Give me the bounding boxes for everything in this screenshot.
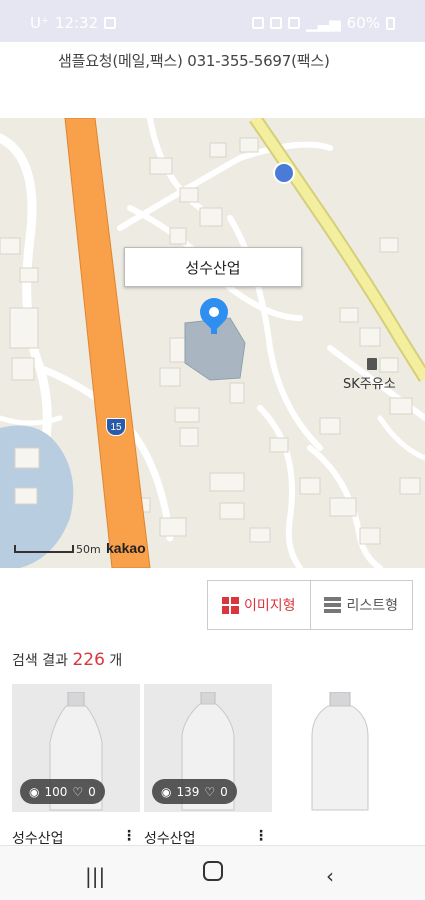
map-canvas bbox=[0, 118, 425, 568]
map-scale-bar bbox=[14, 545, 74, 553]
carrier-label: U⁺ bbox=[30, 14, 49, 32]
list-view-button[interactable]: 리스트형 bbox=[309, 581, 413, 629]
grid-icon bbox=[221, 596, 239, 614]
product-image bbox=[311, 692, 369, 811]
result-count: 226 bbox=[72, 650, 105, 670]
battery-percent: 60% bbox=[346, 14, 380, 32]
map-marker-callout[interactable]: 성수산업 bbox=[124, 247, 302, 287]
system-nav-bar: ||| ‹ bbox=[0, 845, 425, 900]
list-view-label: 리스트형 bbox=[346, 598, 399, 614]
like-count: 0 bbox=[220, 784, 228, 799]
gas-station-icon bbox=[367, 358, 377, 370]
image-view-button[interactable]: 이미지형 bbox=[208, 581, 310, 629]
wifi-off-icon bbox=[288, 17, 301, 29]
mute-icon bbox=[270, 17, 283, 29]
view-count: 139 bbox=[176, 784, 200, 799]
view-toggle: 이미지형 리스트형 bbox=[207, 580, 413, 630]
map-scale-label: 50m bbox=[76, 543, 101, 556]
gallery-notification-icon bbox=[104, 17, 117, 29]
image-view-label: 이미지형 bbox=[243, 598, 296, 614]
signal-icon: ▁▃▅ bbox=[306, 14, 341, 32]
poi-label: SK주유소 bbox=[343, 377, 396, 392]
map-view[interactable]: 15 SK주유소 bbox=[0, 118, 425, 568]
eye-icon: ◉ bbox=[161, 784, 172, 799]
highway-number: 15 bbox=[110, 422, 122, 433]
battery-icon bbox=[386, 16, 395, 30]
recent-apps-icon[interactable]: ||| bbox=[85, 864, 105, 888]
status-bar: U⁺ 12:32 ▁▃▅ 60% bbox=[0, 0, 425, 42]
product-card[interactable]: ◉ 100 ♡ 0 bbox=[12, 684, 140, 812]
result-prefix: 검색 결과 bbox=[12, 653, 68, 669]
page-header: 샘플요청(메일,팩스) 031-355-5697(팩스) bbox=[0, 42, 425, 118]
heart-icon[interactable]: ♡ bbox=[72, 785, 83, 799]
product-stats: ◉ 139 ♡ 0 bbox=[152, 779, 237, 804]
contact-info: 샘플요청(메일,팩스) 031-355-5697(팩스) bbox=[58, 52, 330, 70]
more-options-icon[interactable]: ⋮ bbox=[122, 828, 136, 844]
product-stats: ◉ 100 ♡ 0 bbox=[20, 779, 105, 804]
highway-shield-icon: 15 bbox=[106, 418, 126, 436]
view-count: 100 bbox=[44, 784, 68, 799]
result-suffix: 개 bbox=[109, 653, 123, 669]
heart-icon[interactable]: ♡ bbox=[204, 785, 215, 799]
eye-icon: ◉ bbox=[29, 784, 40, 799]
search-result-count: 검색 결과 226 개 bbox=[12, 650, 122, 670]
home-icon[interactable] bbox=[203, 861, 223, 881]
alarm-icon bbox=[252, 17, 265, 29]
marker-label: 성수산업 bbox=[185, 258, 241, 277]
map-provider-logo: kakao bbox=[106, 540, 146, 556]
list-icon bbox=[324, 597, 342, 613]
clock: 12:32 bbox=[54, 14, 99, 32]
more-options-icon[interactable]: ⋮ bbox=[254, 828, 268, 844]
back-icon[interactable]: ‹ bbox=[326, 864, 334, 888]
bus-stop-icon[interactable] bbox=[273, 162, 295, 184]
product-card[interactable]: ◉ 139 ♡ 0 bbox=[144, 684, 272, 812]
like-count: 0 bbox=[88, 784, 96, 799]
product-card[interactable] bbox=[276, 684, 404, 812]
